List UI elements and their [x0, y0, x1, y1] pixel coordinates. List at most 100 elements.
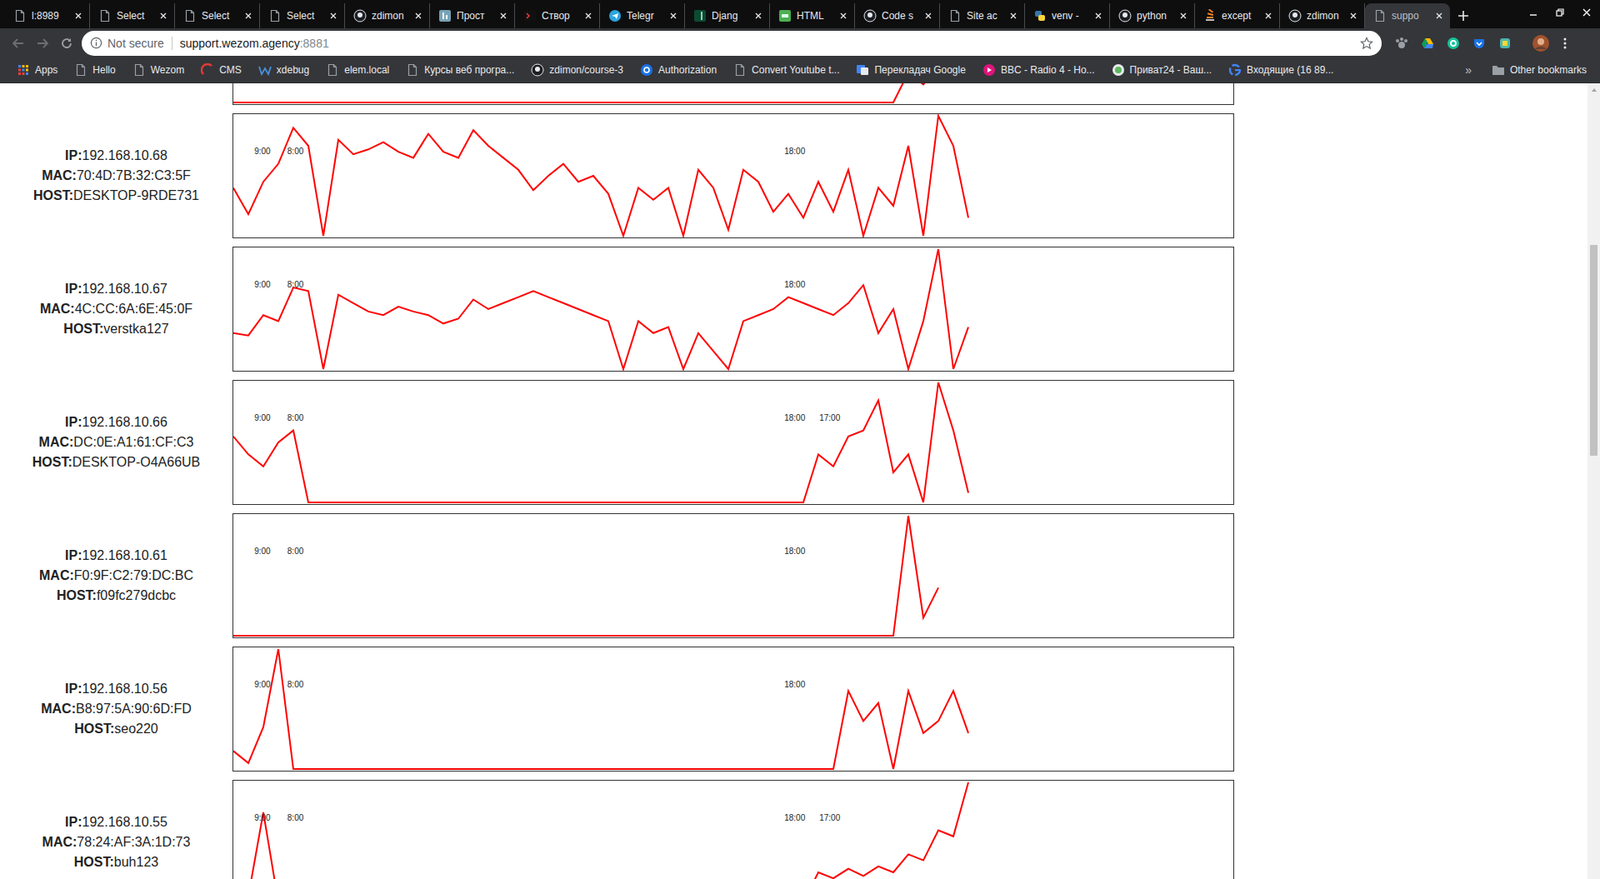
bookmark-label: Other bookmarks [1510, 64, 1587, 76]
bookmark[interactable]: zdimon/course-3 [524, 63, 630, 77]
profile-avatar-icon[interactable] [1532, 35, 1550, 52]
mac-line: MAC:4C:CC:6A:6E:45:0F [40, 299, 193, 320]
close-window-icon[interactable] [1573, 8, 1600, 17]
browser-tab[interactable]: Select [175, 3, 260, 29]
folder-icon [1491, 63, 1505, 77]
bookmark-label: Authorization [658, 64, 717, 76]
tab-label: Djang [711, 10, 750, 22]
browser-tab[interactable]: Select [260, 3, 345, 29]
browser-tab[interactable]: suppo [1365, 3, 1450, 29]
browser-tab[interactable]: python [1110, 3, 1195, 29]
host-row: IP:192.168.10.66 MAC:DC:0E:A1:61:CF:C3 H… [0, 380, 1588, 505]
bookmark[interactable]: Wezom [125, 63, 191, 77]
close-icon[interactable] [584, 11, 593, 20]
bookmark[interactable]: CMS [194, 63, 249, 77]
scroll-thumb[interactable] [1590, 245, 1598, 457]
close-icon[interactable] [414, 11, 423, 20]
browser-tab[interactable]: Select [90, 3, 175, 29]
time-tick: 17:00 [819, 813, 840, 823]
bookmarks-bar: Apps Hello Wezom CMS xdebug elem.local К… [0, 57, 1600, 84]
forward-arrow-icon[interactable] [35, 36, 50, 50]
bookmark-icon [258, 63, 272, 77]
time-tick: 18:00 [784, 813, 805, 823]
bookmark[interactable]: xdebug [251, 63, 316, 77]
browser-tab[interactable]: Site ac [940, 3, 1025, 29]
browser-tab[interactable]: Code s [855, 3, 940, 29]
close-icon[interactable] [1264, 11, 1273, 20]
browser-tab[interactable]: l:8989 [5, 3, 90, 29]
close-icon[interactable] [1094, 11, 1103, 20]
address-bar[interactable]: Not secure support.wezom.agency:8881 [81, 30, 1382, 56]
info-icon[interactable] [90, 36, 103, 50]
browser-tab[interactable]: zdimon [345, 3, 430, 29]
bookmark[interactable]: Перекладач Google [849, 63, 972, 77]
browser-tab[interactable]: Прост [430, 3, 515, 29]
grammarly-icon[interactable] [1446, 36, 1460, 50]
close-icon[interactable] [329, 11, 338, 20]
time-tick: 9:00 [254, 146, 270, 156]
reload-icon[interactable] [60, 36, 74, 50]
close-icon[interactable] [159, 11, 168, 20]
favicon-icon [693, 9, 707, 23]
tab-label: Select [201, 10, 240, 22]
close-icon[interactable] [1009, 11, 1018, 20]
bookmark-label: Apps [35, 64, 58, 76]
tab-label: l:8989 [31, 10, 70, 22]
bookmark[interactable]: BBC - Radio 4 - Ho... [975, 63, 1102, 77]
scroll-track[interactable] [1587, 95, 1600, 879]
favicon-icon [13, 9, 27, 23]
tab-label: venv - [1051, 10, 1090, 22]
close-icon[interactable] [499, 11, 508, 20]
bookmark[interactable]: Convert Youtube t... [726, 63, 846, 77]
extension-icon[interactable] [1498, 36, 1512, 50]
restore-icon[interactable] [1546, 8, 1574, 17]
bookmark-icon [200, 63, 215, 77]
close-icon[interactable] [244, 11, 253, 20]
other-bookmarks[interactable]: Other bookmarks [1485, 63, 1594, 77]
bookmark[interactable]: Hello [67, 63, 122, 77]
bookmark[interactable]: Authorization [633, 63, 724, 77]
favicon-icon [948, 9, 962, 23]
drive-icon[interactable] [1420, 36, 1435, 50]
browser-tab[interactable]: Telegr [600, 3, 685, 29]
activity-line [233, 649, 969, 770]
browser-tab[interactable]: HTML [770, 3, 855, 29]
scrollbar[interactable] [1587, 83, 1600, 879]
host-row: IP:192.168.10.61 MAC:F0:9F:C2:79:DC:BC H… [0, 513, 1588, 639]
browser-tab[interactable]: Створ [515, 3, 600, 29]
close-icon[interactable] [74, 11, 83, 20]
bookmark[interactable]: Входящие (16 89... [1221, 63, 1340, 77]
activity-line [233, 249, 969, 370]
close-icon[interactable] [1349, 11, 1358, 20]
close-icon[interactable] [924, 11, 933, 20]
favicon-icon [353, 9, 367, 23]
bookmark[interactable]: Курсы веб програ... [399, 63, 521, 77]
bookmark[interactable]: Apps [10, 63, 65, 77]
minimize-icon[interactable] [1520, 8, 1547, 17]
tab-label: suppo [1391, 10, 1430, 22]
close-icon[interactable] [1435, 11, 1444, 20]
new-tab-plus-icon[interactable] [1457, 10, 1470, 22]
activity-chart [232, 83, 1235, 105]
page: IP:192.168.10.68 MAC:70:4D:7B:32:C3:5F H… [0, 83, 1600, 879]
close-icon[interactable] [839, 11, 848, 20]
bookmark[interactable]: elem.local [319, 63, 396, 77]
bookmark-label: Курсы веб програ... [424, 64, 515, 76]
browser-tab[interactable]: zdimon [1280, 3, 1365, 29]
time-tick: 9:00 [254, 546, 270, 556]
browser-tab[interactable]: venv - [1025, 3, 1110, 29]
bookmark[interactable]: Приват24 - Ваш... [1105, 63, 1219, 77]
back-arrow-icon[interactable] [11, 36, 25, 50]
star-icon[interactable] [1360, 36, 1374, 50]
more-bookmarks[interactable]: » [1455, 63, 1482, 77]
close-icon[interactable] [754, 11, 763, 20]
paw-extension-icon[interactable] [1395, 36, 1409, 50]
browser-tab[interactable]: except [1195, 3, 1280, 29]
close-icon[interactable] [669, 11, 678, 20]
pocket-icon[interactable] [1472, 36, 1486, 50]
scroll-up-arrow-icon[interactable] [1590, 85, 1599, 95]
browser-tab[interactable]: Djang [685, 3, 770, 29]
menu-dots-icon[interactable] [1563, 36, 1567, 50]
bookmark-label: elem.local [344, 64, 390, 76]
close-icon[interactable] [1179, 11, 1188, 20]
